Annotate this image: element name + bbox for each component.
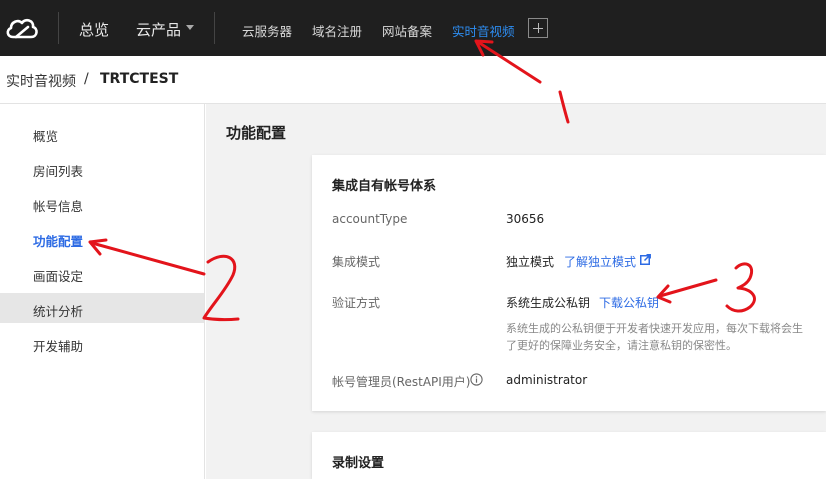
nav-divider — [214, 12, 215, 44]
verify-value: 系统生成公私钥 — [506, 296, 591, 310]
sidebar-item-layout[interactable]: 画面设定 — [0, 258, 204, 288]
add-shortcut-icon[interactable] — [528, 18, 548, 38]
breadcrumb-separator: / — [84, 71, 89, 87]
sidebar-item-account[interactable]: 帐号信息 — [0, 188, 204, 218]
sidebar-item-label: 统计分析 — [33, 304, 84, 319]
sidebar-item-label: 房间列表 — [33, 164, 84, 179]
verify-hint: 了更好的保障业务安全，请注意私钥的保密性。 — [506, 339, 737, 352]
nav-item-domain[interactable]: 域名注册 — [312, 21, 362, 40]
nav-item-cvm[interactable]: 云服务器 — [242, 21, 292, 40]
sidebar-item-label: 开发辅助 — [33, 339, 84, 354]
nav-divider — [58, 12, 59, 44]
external-link-icon[interactable] — [640, 254, 651, 265]
sidebar-item-label: 帐号信息 — [33, 199, 84, 214]
page-title: 功能配置 — [226, 124, 287, 142]
sidebar-item-dev-tools[interactable]: 开发辅助 — [0, 328, 204, 358]
learn-mode-link[interactable]: 了解独立模式 — [564, 253, 636, 270]
sidebar-item-label: 功能配置 — [33, 234, 84, 249]
sidebar-item-features[interactable]: 功能配置 — [0, 223, 204, 253]
chevron-down-icon[interactable] — [186, 25, 194, 30]
mode-value: 独立模式 — [506, 255, 555, 269]
info-icon[interactable] — [470, 373, 483, 386]
breadcrumb-current: TRTCTEST — [100, 71, 179, 87]
download-keys-link[interactable]: 下载公私钥 — [599, 294, 659, 311]
mode-label: 集成模式 — [332, 255, 381, 269]
cloud-logo-icon[interactable] — [4, 13, 40, 43]
card-title: 集成自有帐号体系 — [332, 179, 437, 194]
nav-overview[interactable]: 总览 — [79, 19, 109, 40]
nav-item-icp[interactable]: 网站备案 — [382, 21, 432, 40]
verify-label: 验证方式 — [332, 296, 381, 310]
verify-hint: 系统生成的公私钥便于开发者快速开发应用，每次下载将会生 — [506, 322, 803, 335]
admin-value: administrator — [506, 373, 588, 387]
breadcrumb-parent[interactable]: 实时音视频 — [6, 71, 76, 91]
admin-label: 帐号管理员(RestAPI用户) — [332, 375, 471, 389]
sidebar-item-overview[interactable]: 概览 — [0, 118, 204, 148]
account-type-label: accountType — [332, 212, 408, 226]
account-type-value: 30656 — [506, 212, 545, 226]
breadcrumb: 实时音视频 / TRTCTEST — [0, 56, 826, 104]
sidebar-item-label: 画面设定 — [33, 269, 84, 284]
sidebar-item-rooms[interactable]: 房间列表 — [0, 153, 204, 183]
top-nav-bar: 总览 云产品 云服务器 域名注册 网站备案 实时音视频 — [0, 0, 826, 56]
sidebar-item-statistics[interactable]: 统计分析 — [0, 293, 204, 323]
nav-products[interactable]: 云产品 — [136, 19, 181, 40]
card-title: 录制设置 — [332, 456, 385, 471]
nav-item-trtc[interactable]: 实时音视频 — [452, 21, 515, 40]
sidebar-item-label: 概览 — [33, 129, 59, 144]
recording-settings-card — [312, 432, 826, 479]
